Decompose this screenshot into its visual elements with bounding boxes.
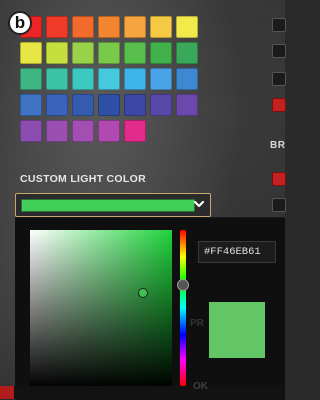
color-swatch[interactable] [124,42,146,64]
color-swatch[interactable] [150,16,172,38]
right-option-checkbox[interactable] [272,44,286,58]
figure-label-badge: b [8,11,32,35]
color-swatch[interactable] [46,68,68,90]
color-swatch[interactable] [98,42,120,64]
color-swatch[interactable] [72,68,94,90]
selected-color-fill [21,199,195,212]
right-option-checkbox[interactable] [272,98,286,112]
color-picker-cursor[interactable] [138,288,148,298]
hue-slider[interactable] [180,230,186,386]
color-swatch[interactable] [20,120,42,142]
color-swatch[interactable] [176,68,198,90]
color-swatch[interactable] [98,94,120,116]
color-swatch[interactable] [46,120,68,142]
color-swatch[interactable] [72,16,94,38]
color-swatch[interactable] [176,42,198,64]
hue-slider-handle[interactable] [177,279,189,291]
color-swatch[interactable] [124,120,146,142]
color-swatch[interactable] [46,42,68,64]
right-option-checkbox[interactable] [272,18,286,32]
color-swatch[interactable] [124,16,146,38]
right-option-checkbox[interactable] [272,198,286,212]
faint-background-text: PR [190,318,204,329]
color-swatch[interactable] [46,94,68,116]
color-swatch[interactable] [124,68,146,90]
custom-color-dropdown[interactable] [15,193,211,217]
color-swatch[interactable] [72,94,94,116]
color-swatch[interactable] [20,94,42,116]
color-swatch[interactable] [176,16,198,38]
color-swatch[interactable] [176,94,198,116]
color-swatch[interactable] [150,42,172,64]
color-swatch[interactable] [98,68,120,90]
right-option-checkbox[interactable] [272,172,286,186]
right-option-checkbox[interactable] [272,72,286,86]
color-preview-swatch [209,302,265,358]
bottom-bar [0,386,285,399]
color-swatch[interactable] [150,94,172,116]
right-section-label: BR [270,140,286,151]
faint-ok-text: OK [193,381,208,392]
color-swatch[interactable] [20,68,42,90]
color-swatch[interactable] [72,120,94,142]
color-swatch[interactable] [72,42,94,64]
color-swatch[interactable] [98,120,120,142]
color-swatch[interactable] [98,16,120,38]
color-swatch[interactable] [150,68,172,90]
hex-color-input[interactable] [198,241,276,263]
color-swatch[interactable] [124,94,146,116]
custom-light-color-label: CUSTOM LIGHT COLOR [20,173,146,185]
color-swatch[interactable] [46,16,68,38]
color-swatch[interactable] [20,42,42,64]
chevron-down-icon[interactable] [192,197,206,213]
saturation-value-area[interactable] [30,230,172,388]
